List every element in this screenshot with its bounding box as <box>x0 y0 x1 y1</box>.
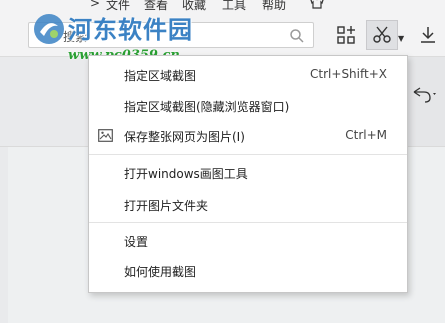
menu-item-label: 指定区域截图(隐藏浏览器窗口) <box>124 100 290 114</box>
menu-separator <box>89 222 407 223</box>
toolbar: ▼ <box>0 12 445 57</box>
menu-chevron[interactable]: > <box>90 0 100 10</box>
menu-bar: > 文件 查看 收藏 工具 帮助 <box>0 0 445 12</box>
menu-item-open-image-folder[interactable]: 打开图片文件夹 <box>89 188 407 218</box>
menu-item-area-screenshot[interactable]: 指定区域截图 Ctrl+Shift+X <box>89 58 407 88</box>
menu-item-how-to-screenshot[interactable]: 如何使用截图 <box>89 254 407 284</box>
chevron-down-icon[interactable]: ▼ <box>398 34 404 43</box>
download-icon[interactable] <box>412 20 444 50</box>
apps-icon[interactable] <box>330 20 362 50</box>
scissors-icon <box>373 26 391 43</box>
menu-item-settings[interactable]: 设置 <box>89 224 407 254</box>
menu-item-label: 打开图片文件夹 <box>124 199 209 213</box>
menu-item-area-screenshot-hide-window[interactable]: 指定区域截图(隐藏浏览器窗口) <box>89 89 407 119</box>
menu-item-open-paint[interactable]: 打开windows画图工具 <box>89 156 407 186</box>
menu-separator <box>89 154 407 155</box>
menu-item-shortcut: Ctrl+M <box>345 128 387 142</box>
menu-item-label: 如何使用截图 <box>124 265 197 279</box>
menu-item-label: 打开windows画图工具 <box>124 167 248 181</box>
watermark-title: 河东软件园 <box>68 15 193 44</box>
screenshot-dropdown-menu: 指定区域截图 Ctrl+Shift+X 指定区域截图(隐藏浏览器窗口) 保存整张… <box>88 55 408 293</box>
site-logo-icon <box>34 14 64 44</box>
undo-icon[interactable] <box>408 84 438 106</box>
menu-item-label: 指定区域截图 <box>124 69 197 83</box>
secondary-toolbar <box>406 82 445 108</box>
menu-item-label: 设置 <box>124 235 149 249</box>
menu-item-shortcut: Ctrl+Shift+X <box>310 67 387 81</box>
screenshot-scissors-button[interactable] <box>366 20 398 50</box>
search-icon[interactable] <box>289 28 305 44</box>
menu-item-save-page-as-image[interactable]: 保存整张网页为图片(I) Ctrl+M <box>89 119 407 149</box>
image-icon <box>98 129 113 142</box>
menu-item-label: 保存整张网页为图片(I) <box>124 130 245 144</box>
